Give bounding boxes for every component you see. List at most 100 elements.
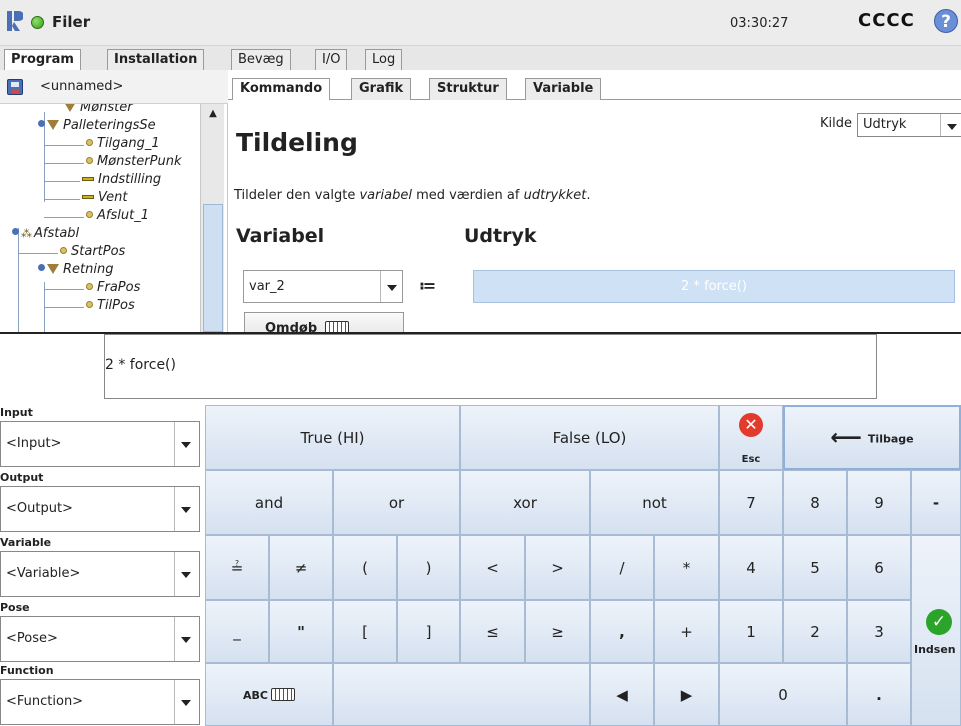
variable-heading: Variabel [236,225,325,247]
space-key[interactable] [333,663,590,726]
tree-item[interactable]: MønsterPunk [86,154,181,172]
multiply-key[interactable]: * [654,535,719,600]
abc-keyboard-button[interactable]: ABC [205,663,333,726]
digit-8-key[interactable]: 8 [783,470,847,535]
save-icon[interactable] [7,79,23,95]
expression-input[interactable]: 2 * force() [104,334,877,399]
output-select[interactable]: <Output> [0,486,200,532]
minus-key[interactable]: - [911,470,961,535]
pattern-icon [47,120,59,130]
quote-key[interactable]: " [269,600,333,663]
not-equals-key[interactable]: ≠ [269,535,333,600]
tree-item[interactable]: PalleteringsSe [38,118,156,136]
expression-heading: Udtryk [464,225,537,247]
digit-4-key[interactable]: 4 [719,535,783,600]
chevron-down-icon [174,617,199,661]
tree-item[interactable]: Mønster [64,104,133,118]
underscore-key[interactable]: _ [205,600,269,663]
less-than-key[interactable]: < [460,535,525,600]
cursor-right-key[interactable]: ▶ [654,663,719,726]
plus-key[interactable]: + [654,600,719,663]
digit-1-key[interactable]: 1 [719,600,783,663]
main-tabs: Program Installation Bevæg I/O Log [0,46,961,71]
digit-0-key[interactable]: 0 [719,663,847,726]
tab-io[interactable]: I/O [315,49,348,71]
arrow-left-icon: ◀ [616,685,628,704]
function-select[interactable]: <Function> [0,679,200,725]
tab-graphics[interactable]: Grafik [351,78,412,100]
scroll-up-icon[interactable]: ▲ [201,104,225,126]
waypoint-icon [86,211,93,218]
digit-2-key[interactable]: 2 [783,600,847,663]
app-title: Filer [52,13,91,31]
input-label: Input [0,406,33,419]
digit-6-key[interactable]: 6 [847,535,911,600]
command-panel: Kommando Grafik Struktur Variable Kilde … [228,70,961,342]
command-description: Tildeler den valgte variabel med værdien… [234,188,591,203]
command-area: Kilde Udtryk Tildeling Tildeler den valg… [230,100,961,342]
source-select[interactable]: Udtryk [857,113,961,137]
or-key[interactable]: or [333,470,460,535]
command-title: Tildeling [236,128,358,157]
expander-icon[interactable] [38,120,45,127]
variable-list-select[interactable]: <Variable> [0,551,200,597]
tree-item[interactable]: Tilgang_1 [86,136,160,154]
help-icon[interactable]: ? [934,9,958,33]
left-paren-key[interactable]: ( [333,535,397,600]
true-key[interactable]: True (HI) [205,405,460,470]
scroll-thumb[interactable] [203,204,223,332]
title-bar: Filer 03:30:27 CCCC ? [0,0,961,46]
digit-9-key[interactable]: 9 [847,470,911,535]
left-bracket-key[interactable]: [ [333,600,397,663]
tree-item[interactable]: Indstilling [82,172,161,190]
tree-item[interactable]: StartPos [60,244,125,262]
chevron-down-icon [940,114,961,136]
cursor-left-key[interactable]: ◀ [590,663,654,726]
tree-item[interactable]: Retning [38,262,113,280]
tree-scrollbar[interactable]: ▲ [200,104,224,332]
variable-select[interactable]: var_2 [243,270,403,303]
tree-item[interactable]: FraPos [86,280,140,298]
waypoint-icon [60,247,67,254]
false-key[interactable]: False (LO) [460,405,719,470]
tab-program[interactable]: Program [4,49,81,71]
insert-button[interactable]: ✓ Indsen [911,535,961,726]
robot-name: CCCC [858,10,915,31]
digit-5-key[interactable]: 5 [783,535,847,600]
comma-key[interactable]: , [590,600,654,663]
xor-key[interactable]: xor [460,470,590,535]
tab-variables[interactable]: Variable [525,78,602,100]
and-key[interactable]: and [205,470,333,535]
equals-key[interactable]: ≟ [205,535,269,600]
program-name: <unnamed> [40,79,124,94]
expander-icon[interactable] [12,228,19,235]
tab-structure[interactable]: Struktur [429,78,507,100]
digit-3-key[interactable]: 3 [847,600,911,663]
esc-button[interactable]: ✕ Esc [719,405,783,470]
expression-field[interactable]: 2 * force() [473,270,955,303]
tree-item[interactable]: Afslut_1 [86,208,149,226]
greater-than-key[interactable]: > [525,535,590,600]
tab-command[interactable]: Kommando [232,78,331,101]
less-equal-key[interactable]: ≤ [460,600,525,663]
right-paren-key[interactable]: ) [397,535,460,600]
greater-equal-key[interactable]: ≥ [525,600,590,663]
decimal-point-key[interactable]: . [847,663,911,726]
pose-select[interactable]: <Pose> [0,616,200,662]
not-key[interactable]: not [590,470,719,535]
digit-7-key[interactable]: 7 [719,470,783,535]
expander-icon[interactable] [38,264,45,271]
tree-item[interactable]: Vent [82,190,127,208]
check-icon: ✓ [926,609,952,635]
back-button[interactable]: ⟵ Tilbage [783,405,961,470]
tree-item[interactable]: TilPos [86,298,135,316]
tab-installation[interactable]: Installation [107,49,205,71]
divide-key[interactable]: / [590,535,654,600]
tree-item[interactable]: ⁂ Afstabl [12,226,79,244]
chevron-down-icon [174,552,199,596]
robot-status-icon [31,16,44,29]
tab-log[interactable]: Log [365,49,403,71]
input-select[interactable]: <Input> [0,421,200,467]
tab-move[interactable]: Bevæg [231,49,291,71]
right-bracket-key[interactable]: ] [397,600,460,663]
